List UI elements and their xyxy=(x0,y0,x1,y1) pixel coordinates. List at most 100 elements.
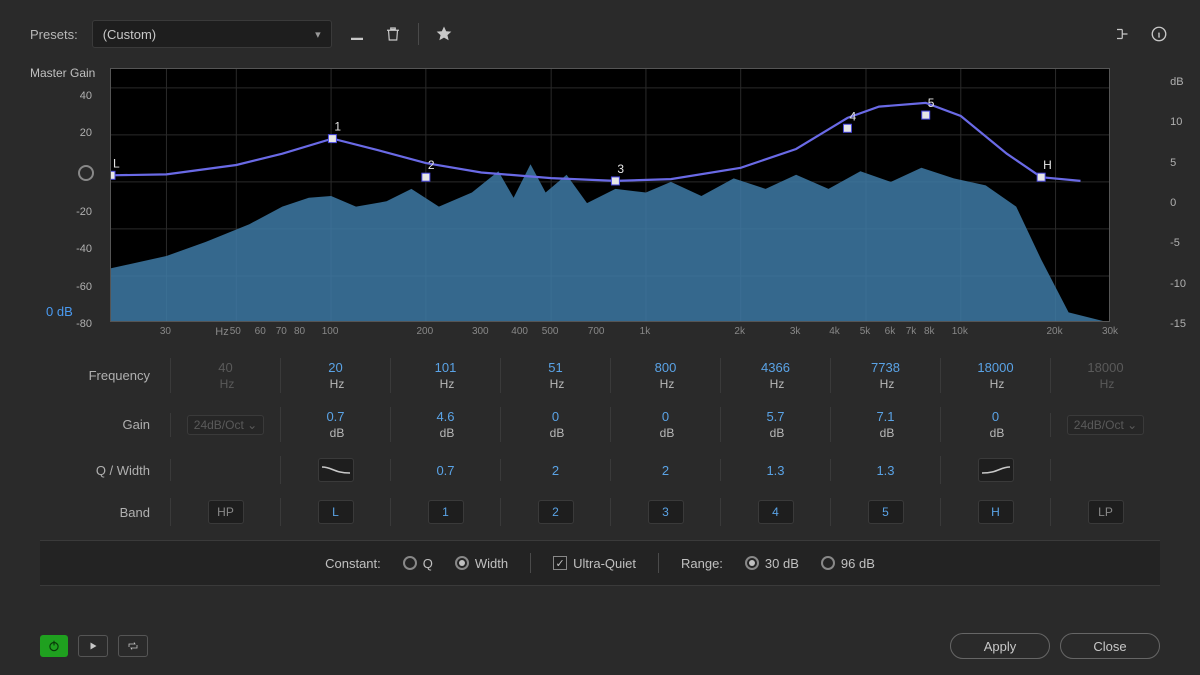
band-H-band[interactable]: H xyxy=(940,498,1050,526)
y-left-tick: -20 xyxy=(76,206,92,218)
x-tick: 400 xyxy=(511,326,528,337)
band-5-freq[interactable]: 7738Hz xyxy=(830,358,940,393)
band-toggle-5[interactable]: 5 xyxy=(868,500,904,524)
y-right-tick: 5 xyxy=(1170,157,1176,169)
band-hp-band[interactable]: HP xyxy=(170,498,280,526)
band-L-gain[interactable]: 0.7dB xyxy=(280,407,390,442)
y-axis-right: dB1050-5-10-15 xyxy=(1170,76,1186,330)
band-lp-q xyxy=(1050,459,1160,481)
presets-label: Presets: xyxy=(30,27,78,42)
y-left-tick: -60 xyxy=(76,281,92,293)
y-axis-left: 4020-20-40-60-80 xyxy=(30,90,100,330)
band-handle[interactable] xyxy=(110,171,115,179)
band-handle[interactable] xyxy=(1037,173,1045,181)
low-shelf-icon[interactable] xyxy=(318,458,354,482)
band-toggle-L[interactable]: L xyxy=(318,500,354,524)
band-H-freq[interactable]: 18000Hz xyxy=(940,358,1050,393)
high-shelf-icon[interactable] xyxy=(978,458,1014,482)
x-tick: 80 xyxy=(294,326,305,337)
apply-button[interactable]: Apply xyxy=(950,633,1050,659)
master-gain-value[interactable]: 0 dB xyxy=(46,304,73,319)
info-icon[interactable] xyxy=(1148,23,1170,45)
band-H-gain[interactable]: 0dB xyxy=(940,407,1050,442)
band-2-gain[interactable]: 0dB xyxy=(500,407,610,442)
x-tick: 20k xyxy=(1046,326,1062,337)
band-1-band[interactable]: 1 xyxy=(390,498,500,526)
x-tick: 30k xyxy=(1102,326,1118,337)
constant-width-radio[interactable]: Width xyxy=(455,556,508,571)
band-handle-label: L xyxy=(113,156,120,170)
band-toggle-1[interactable]: 1 xyxy=(428,500,464,524)
band-4-q[interactable]: 1.3 xyxy=(720,459,830,481)
band-toggle-lp[interactable]: LP xyxy=(1088,500,1124,524)
band-toggle-2[interactable]: 2 xyxy=(538,500,574,524)
band-2-q[interactable]: 2 xyxy=(500,459,610,481)
band-4-gain[interactable]: 5.7dB xyxy=(720,407,830,442)
band-4-freq[interactable]: 4366Hz xyxy=(720,358,830,393)
band-toggle-3[interactable]: 3 xyxy=(648,500,684,524)
x-tick: 50 xyxy=(230,326,241,337)
x-tick: 30 xyxy=(160,326,171,337)
band-3-band[interactable]: 3 xyxy=(610,498,720,526)
range-30-radio[interactable]: 30 dB xyxy=(745,556,799,571)
band-handle[interactable] xyxy=(611,177,619,185)
band-lp-gain: 24dB/Oct ⌄ xyxy=(1050,413,1160,437)
band-H-q[interactable] xyxy=(940,456,1050,484)
band-4-band[interactable]: 4 xyxy=(720,498,830,526)
loop-icon[interactable] xyxy=(118,635,148,657)
band-2-freq[interactable]: 51Hz xyxy=(500,358,610,393)
row-label-gain: Gain xyxy=(40,417,170,432)
band-hp-q xyxy=(170,459,280,481)
band-handle[interactable] xyxy=(922,111,930,119)
band-toggle-4[interactable]: 4 xyxy=(758,500,794,524)
band-handle[interactable] xyxy=(843,124,851,132)
y-left-tick: -80 xyxy=(76,318,92,330)
band-lp-band[interactable]: LP xyxy=(1050,498,1160,526)
separator xyxy=(658,553,659,573)
y-right-tick: -10 xyxy=(1170,278,1186,290)
band-1-q[interactable]: 0.7 xyxy=(390,459,500,481)
band-5-band[interactable]: 5 xyxy=(830,498,940,526)
x-tick: 4k xyxy=(829,326,840,337)
x-tick: 2k xyxy=(734,326,745,337)
band-3-freq[interactable]: 800Hz xyxy=(610,358,720,393)
routing-icon[interactable] xyxy=(1112,23,1134,45)
band-toggle-hp[interactable]: HP xyxy=(208,500,244,524)
band-3-q[interactable]: 2 xyxy=(610,459,720,481)
eq-graph[interactable]: L12345H xyxy=(110,68,1110,322)
band-1-freq[interactable]: 101Hz xyxy=(390,358,500,393)
trash-icon[interactable] xyxy=(382,23,404,45)
star-icon[interactable] xyxy=(433,23,455,45)
close-button[interactable]: Close xyxy=(1060,633,1160,659)
band-1-gain[interactable]: 4.6dB xyxy=(390,407,500,442)
graph-area: Master Gain 4020-20-40-60-80 dB1050-5-10… xyxy=(0,64,1200,322)
x-tick: 200 xyxy=(417,326,434,337)
save-preset-icon[interactable] xyxy=(346,23,368,45)
x-tick: 5k xyxy=(860,326,871,337)
x-tick: 10k xyxy=(952,326,968,337)
band-handle-label: 3 xyxy=(617,162,624,176)
range-96-radio[interactable]: 96 dB xyxy=(821,556,875,571)
band-handle[interactable] xyxy=(328,135,336,143)
x-tick: 6k xyxy=(885,326,896,337)
band-5-q[interactable]: 1.3 xyxy=(830,459,940,481)
band-2-band[interactable]: 2 xyxy=(500,498,610,526)
band-L-freq[interactable]: 20Hz xyxy=(280,358,390,393)
band-L-band[interactable]: L xyxy=(280,498,390,526)
ultra-quiet-checkbox[interactable]: ✓Ultra-Quiet xyxy=(553,556,636,571)
band-5-gain[interactable]: 7.1dB xyxy=(830,407,940,442)
band-handle[interactable] xyxy=(422,173,430,181)
power-toggle[interactable] xyxy=(40,635,68,657)
band-L-q[interactable] xyxy=(280,456,390,484)
x-axis: Hz 30506070801002003004005007001k2k3k4k5… xyxy=(110,322,1152,344)
x-tick: 700 xyxy=(588,326,605,337)
preset-dropdown[interactable]: (Custom) ▾ xyxy=(92,20,332,48)
band-3-gain[interactable]: 0dB xyxy=(610,407,720,442)
band-toggle-H[interactable]: H xyxy=(978,500,1014,524)
preview-play-button[interactable] xyxy=(78,635,108,657)
x-tick: 7k xyxy=(906,326,917,337)
constant-q-radio[interactable]: Q xyxy=(403,556,433,571)
separator xyxy=(530,553,531,573)
options-row: Constant: Q Width ✓Ultra-Quiet Range: 30… xyxy=(40,540,1160,586)
x-tick: 100 xyxy=(322,326,339,337)
